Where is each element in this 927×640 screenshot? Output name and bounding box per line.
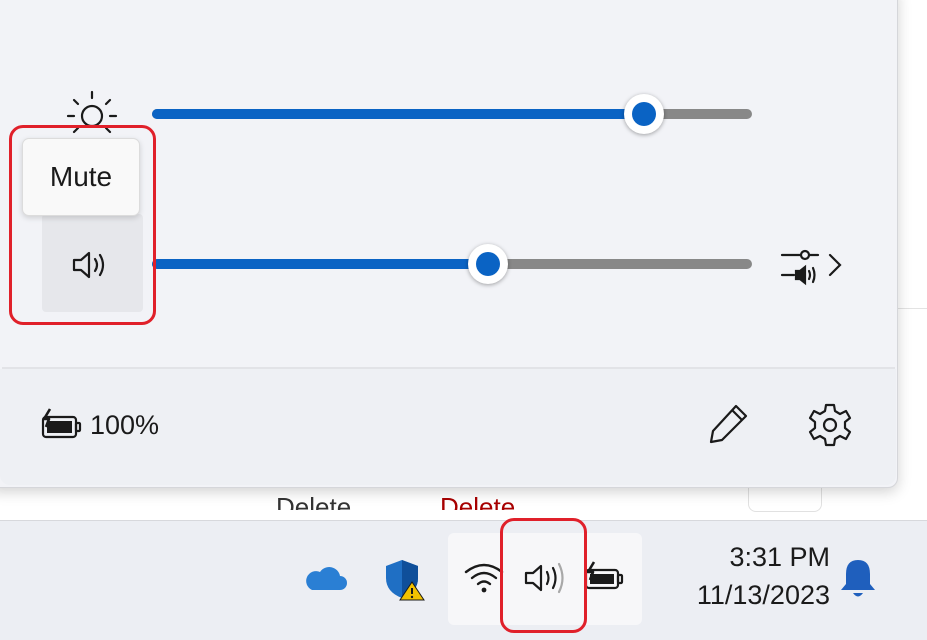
onedrive-icon[interactable] — [302, 562, 348, 594]
audio-output-button[interactable] — [778, 243, 850, 287]
clock-time: 3:31 PM — [729, 542, 830, 572]
volume-slider-thumb[interactable] — [468, 244, 508, 284]
mute-button[interactable] — [42, 214, 143, 312]
battery-charging-icon — [38, 407, 84, 443]
pencil-icon — [709, 404, 748, 444]
clock-date: 11/13/2023 — [696, 580, 830, 610]
battery-charging-icon — [582, 560, 626, 596]
battery-status[interactable]: 100% — [38, 400, 159, 450]
chevron-right-icon — [828, 253, 842, 277]
mute-tooltip: Mute — [22, 138, 140, 216]
volume-slider[interactable] — [152, 244, 752, 284]
settings-button[interactable] — [806, 400, 854, 448]
audio-output-settings-icon — [780, 249, 820, 286]
brightness-slider[interactable] — [152, 94, 752, 134]
volume-slider-fill — [152, 259, 488, 269]
brightness-slider-fill — [152, 109, 644, 119]
background-text-delete: Delete — [276, 492, 352, 510]
wifi-icon — [462, 560, 506, 596]
speaker-icon[interactable] — [520, 560, 568, 596]
defender-warning-icon[interactable] — [382, 558, 428, 602]
taskbar-clock[interactable]: 3:31 PM 11/13/2023 — [660, 538, 830, 614]
edit-quick-settings-button[interactable] — [706, 400, 752, 446]
speaker-icon — [70, 248, 110, 282]
brightness-slider-thumb[interactable] — [624, 94, 664, 134]
gear-icon — [808, 403, 852, 447]
background-text-delete-red: Delete — [440, 492, 516, 510]
background-divider — [896, 308, 927, 309]
bell-icon[interactable] — [838, 556, 878, 602]
brightness-icon — [64, 88, 120, 138]
footer-divider — [2, 367, 895, 369]
battery-percentage: 100% — [90, 409, 160, 440]
